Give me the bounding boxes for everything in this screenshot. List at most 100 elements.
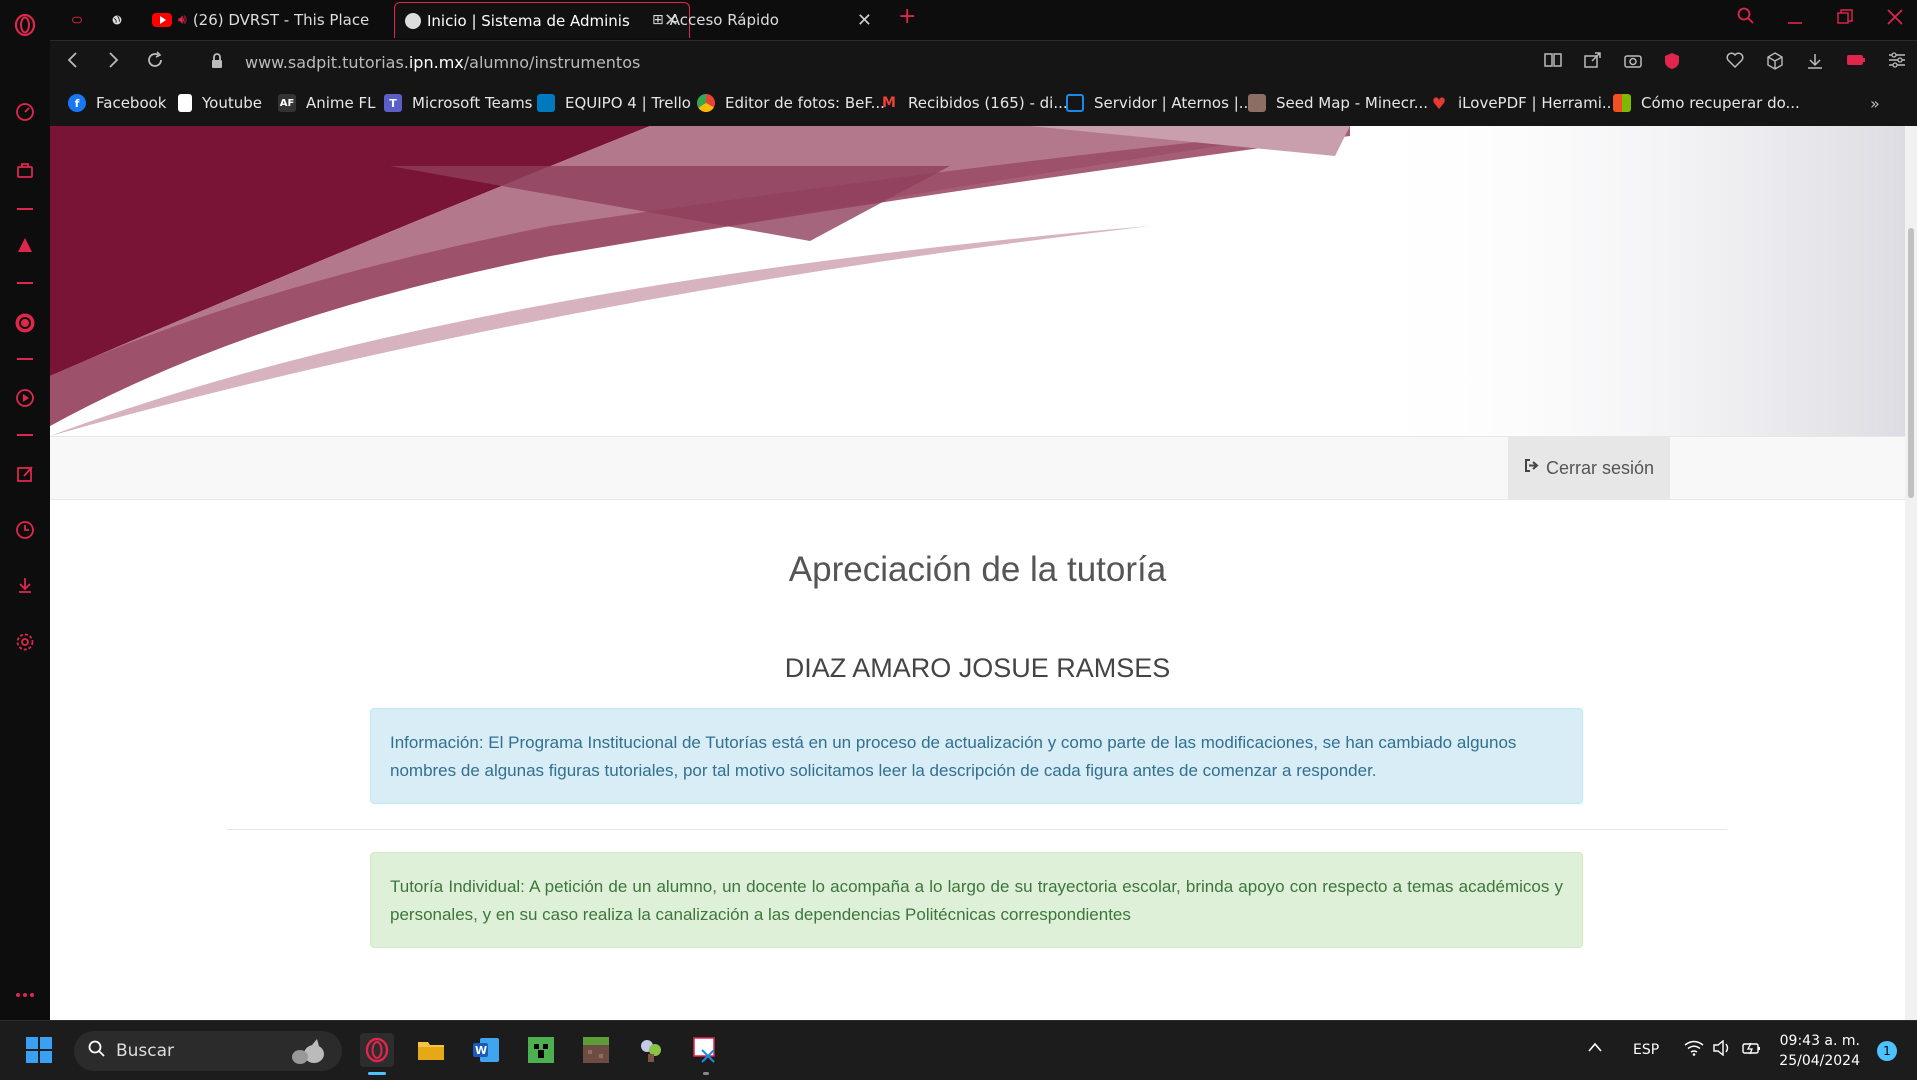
language-indicator[interactable]: ESP [1633, 1042, 1659, 1058]
word-icon[interactable]: W [469, 1033, 503, 1067]
forward-icon[interactable] [106, 51, 120, 74]
app-icon[interactable] [634, 1033, 668, 1067]
page-content: Cerrar sesión Apreciación de la tutoría … [50, 126, 1905, 1020]
easy-setup-icon[interactable] [1888, 52, 1906, 73]
bookmark-youtube[interactable]: Youtube [178, 94, 262, 112]
minecraft-icon[interactable] [524, 1033, 558, 1067]
bookmark-aternos[interactable]: Servidor | Aternos |... [1066, 94, 1253, 112]
bookmark-facebook[interactable]: f Facebook [68, 94, 166, 112]
info-label: Información: [390, 733, 484, 752]
more-bookmarks-icon[interactable]: » [1870, 94, 1880, 113]
svg-text:W: W [475, 1044, 487, 1057]
microsoft-icon [1613, 94, 1631, 112]
close-window-icon[interactable] [1887, 6, 1903, 30]
tutoria-individual-alert: Tutoría Individual: A petición de un alu… [370, 852, 1583, 948]
cube-icon[interactable] [1766, 52, 1784, 75]
restore-icon[interactable] [1837, 6, 1853, 30]
music-player-icon[interactable] [10, 383, 40, 413]
site-favicon-icon [405, 12, 421, 29]
bookmark-label: EQUIPO 4 | Trello [565, 94, 691, 112]
windows-taskbar: Buscar W ESP 09:43 a. m. 25/04/2024 1 [0, 1020, 1917, 1080]
history-icon[interactable] [10, 515, 40, 545]
tab-bar: 🔊︎ (26) DVRST - This Place ✕ Inicio | Si… [50, 0, 1917, 40]
heart-icon[interactable] [1726, 52, 1744, 73]
address-bar: www.sadpit.tutorias.ipn.mx/alumno/instru… [50, 40, 1917, 86]
windows-start-icon[interactable] [22, 1033, 56, 1067]
lock-icon[interactable] [210, 52, 224, 75]
logout-label: Cerrar sesión [1545, 457, 1655, 478]
back-icon[interactable] [66, 51, 80, 74]
bookmark-label: Servidor | Aternos |... [1094, 94, 1254, 112]
workspaces-icon[interactable] [10, 155, 40, 185]
reader-mode-icon[interactable] [1544, 52, 1562, 73]
divider [227, 829, 1727, 830]
bookmark-label: Cómo recuperar do... [1641, 94, 1800, 112]
speaker-icon[interactable]: 🔊︎ [178, 12, 187, 28]
teams-icon: T [384, 94, 402, 112]
snipping-tool-icon[interactable] [689, 1033, 723, 1075]
settings-gear-icon[interactable] [10, 627, 40, 657]
student-name: DIAZ AMARO JOSUE RAMSES [784, 653, 1171, 683]
ilovepdf-icon: ♥ [1431, 93, 1447, 113]
file-icon [178, 94, 192, 112]
whatsapp-icon[interactable] [10, 308, 40, 338]
tab-label: (26) DVRST - This Place [192, 11, 370, 29]
bookmark-label: Recibidos (165) - di... [908, 94, 1068, 112]
system-clock[interactable]: 09:43 a. m. 25/04/2024 [1768, 1031, 1860, 1071]
gmail-icon: M [882, 95, 896, 111]
taskbar-opera-gx[interactable] [360, 1033, 394, 1075]
new-tab-plus-icon[interactable]: + [898, 4, 916, 29]
minimize-icon[interactable] [1787, 6, 1803, 30]
vpn-shield-icon[interactable] [1664, 52, 1680, 75]
scrollbar-thumb[interactable] [1908, 228, 1914, 498]
bookmark-label: Microsoft Teams [412, 94, 533, 112]
download-icon[interactable] [1806, 52, 1824, 75]
more-options-icon[interactable] [10, 980, 40, 1010]
search-highlight-icon [284, 1039, 328, 1070]
wifi-icon[interactable] [1684, 1040, 1704, 1060]
bookmark-seedmap[interactable]: Seed Map - Minecr... [1248, 94, 1428, 112]
clock-time: 09:43 a. m. [1779, 1033, 1860, 1049]
aria-icon[interactable] [10, 230, 40, 260]
url-domain: ipn.mx [408, 53, 464, 72]
bookmark-befunky[interactable]: Editor de fotos: BeF... [697, 94, 885, 112]
volume-icon[interactable] [1713, 1039, 1731, 1060]
speed-dial-icon[interactable] [10, 97, 40, 127]
reload-icon[interactable] [146, 51, 164, 74]
downloads-icon[interactable] [10, 570, 40, 600]
clock-date: 25/04/2024 [1779, 1053, 1860, 1069]
bookmark-animefl[interactable]: AF Anime FL [278, 94, 376, 112]
bookmark-teams[interactable]: T Microsoft Teams [384, 94, 533, 112]
bookmarks-bar: f Facebook Youtube AF Anime FL T Microso… [50, 86, 1917, 126]
taskbar-search[interactable]: Buscar [74, 1031, 342, 1071]
gx-control-icon[interactable] [62, 2, 92, 38]
page-scrollbar[interactable] [1905, 126, 1917, 1020]
chrome-icon [697, 94, 715, 112]
tab-acceso-rapido[interactable]: ⊞ Acceso Rápido ✕ [642, 2, 882, 38]
url-prefix: www.sadpit.tutorias. [245, 53, 409, 72]
url-field[interactable]: www.sadpit.tutorias.ipn.mx/alumno/instru… [245, 53, 640, 72]
camera-icon[interactable] [1624, 52, 1642, 73]
pinboard-icon[interactable] [10, 459, 40, 489]
bookmark-trello[interactable]: EQUIPO 4 | Trello [537, 94, 691, 112]
share-icon[interactable] [1584, 52, 1602, 73]
notification-badge[interactable]: 1 [1877, 1041, 1897, 1061]
bookmark-microsoft[interactable]: Cómo recuperar do... [1613, 94, 1800, 112]
sign-out-icon [1524, 458, 1540, 478]
globe-tab-icon[interactable] [102, 2, 132, 38]
battery-icon[interactable] [1742, 1040, 1762, 1060]
show-hidden-icons[interactable] [1588, 1040, 1602, 1056]
active-indicator [368, 1072, 386, 1075]
bookmark-ilovepdf[interactable]: ♥ iLovePDF | Herrami... [1430, 93, 1616, 113]
logout-button[interactable]: Cerrar sesión [1508, 437, 1670, 499]
bookmark-label: Facebook [96, 94, 167, 112]
running-indicator [703, 1072, 709, 1075]
tab-search-icon[interactable] [1737, 6, 1755, 30]
search-icon [88, 1040, 106, 1063]
bookmark-gmail[interactable]: M Recibidos (165) - di... [880, 94, 1068, 112]
file-explorer-icon[interactable] [414, 1033, 448, 1067]
opera-logo-icon[interactable] [10, 10, 40, 40]
close-tab-icon[interactable]: ✕ [857, 10, 872, 31]
battery-saver-icon[interactable] [1846, 52, 1866, 72]
minecraft-launcher-icon[interactable] [579, 1033, 613, 1067]
